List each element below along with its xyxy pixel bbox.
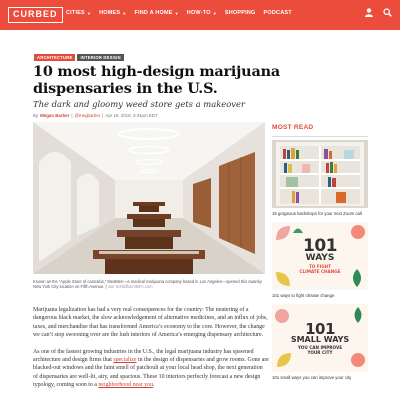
main-nav: CITIES ▼ HOMES ▼ FIND A HOME ▼ HOW-TO ▼ SHOP… <box>66 10 292 16</box>
nav-how-to[interactable]: HOW-TO ▼ <box>187 10 217 16</box>
card-subtitle: TO FIGHT CLIMATE CHANGE <box>299 264 341 274</box>
nav-label: SHOPPING <box>224 10 256 16</box>
publish-date: Apr 19, 2018, 3:34pm EDT <box>105 113 158 118</box>
leaf-icon <box>277 353 291 367</box>
caption-divider: | <box>105 284 107 290</box>
search-icon[interactable] <box>383 8 392 17</box>
leaf-icon <box>353 269 361 287</box>
most-read-item-3[interactable]: 101 SMALL WAYS YOU CAN IMPROVE YOUR CITY… <box>272 304 368 381</box>
byline: By Megan Barber | @megbarber | Apr 19, 2… <box>33 113 158 118</box>
nav-cities[interactable]: CITIES ▼ <box>66 10 91 16</box>
thumbnail-climate-card: 101 WAYS TO FIGHT CLIMATE CHANGE <box>272 222 368 290</box>
byline-separator: | <box>71 113 73 118</box>
user-icon[interactable] <box>365 8 373 17</box>
nav-icons <box>365 8 392 17</box>
nav-shopping[interactable]: SHOPPING <box>225 10 256 16</box>
byline-separator: | <box>102 113 104 118</box>
photo-credit: Joe Schildhorn/BFA.com <box>107 284 153 290</box>
card-number: 101 <box>305 319 335 338</box>
nav-label: HOW-TO <box>186 10 211 16</box>
most-read-label[interactable]: 101 ways to fight climate change <box>272 293 368 299</box>
nav-find-a-home[interactable]: FIND A HOME ▼ <box>134 10 178 16</box>
tag-architecture[interactable]: ARCHITECTURE <box>34 54 76 61</box>
hero-image <box>33 122 265 274</box>
most-read-label[interactable]: 15 gorgeous backdrops for your next Zoom… <box>272 211 368 217</box>
article-tags: ARCHITECTURE INTERIOR DESIGN <box>34 54 124 61</box>
card-title: SMALL WAYS <box>290 334 350 344</box>
chevron-down-icon: ▼ <box>174 10 179 16</box>
author-link[interactable]: Megan Barber <box>40 113 69 118</box>
top-nav-bar: CURBED CITIES ▼ HOMES ▼ FIND A HOME ▼ HOW-T… <box>0 0 400 30</box>
tag-interior-design[interactable]: INTERIOR DESIGN <box>77 54 124 61</box>
paragraph-2: As one of the fastest growing industries… <box>33 348 269 390</box>
nav-homes[interactable]: HOMES ▼ <box>99 10 126 16</box>
chevron-down-icon: ▼ <box>86 10 92 16</box>
author-handle-link[interactable]: @megbarber <box>75 113 101 118</box>
nav-label: PODCAST <box>263 10 292 16</box>
leaf-icon <box>354 307 362 323</box>
most-read-item-1[interactable]: 15 gorgeous backdrops for your next Zoom… <box>272 140 368 217</box>
thumbnail-small-ways-card: 101 SMALL WAYS YOU CAN IMPROVE YOUR CITY <box>272 304 368 372</box>
leaf-icon <box>276 226 290 240</box>
nav-label: FIND A HOME <box>134 10 173 16</box>
chevron-down-icon: ▼ <box>122 10 127 16</box>
paragraph-1: Marijuana legalization has had a very re… <box>33 307 268 339</box>
byline-prefix: By <box>33 113 39 118</box>
leaf-icon <box>276 272 290 286</box>
thumbnail-bookshelf <box>272 140 368 208</box>
nav-label: CITIES <box>66 10 85 16</box>
card-subtitle: YOU CAN IMPROVE YOUR CITY <box>297 344 343 355</box>
card-title: WAYS <box>305 253 335 263</box>
chevron-down-icon: ▼ <box>212 10 217 16</box>
leaf-icon <box>351 225 365 239</box>
most-read-item-2[interactable]: 101 WAYS TO FIGHT CLIMATE CHANGE 101 way… <box>272 222 368 299</box>
leaf-icon <box>293 228 303 233</box>
article-headline: 10 most high-design marijuana dispensari… <box>33 63 280 97</box>
most-read-label[interactable]: 101 small ways you can improve your city <box>272 375 368 381</box>
nav-podcast[interactable]: PODCAST <box>264 10 292 16</box>
leaf-icon <box>351 353 365 367</box>
nav-label: HOMES <box>99 10 121 16</box>
divider <box>272 136 368 137</box>
article-dek: The dark and gloomy weed store gets a ma… <box>33 99 245 109</box>
leaf-icon <box>275 309 289 323</box>
article-body: Marijuana legalization has had a very re… <box>33 306 269 398</box>
link-neighborhood[interactable]: neighborhood near you <box>98 382 153 388</box>
curbed-logo[interactable]: CURBED <box>8 7 63 23</box>
most-read-heading: MOST READ <box>272 124 314 131</box>
card-number: 101 <box>303 236 338 256</box>
paragraph-text: . <box>153 382 155 389</box>
image-caption: Known as the “Apple Store of cannabis,” … <box>33 279 265 290</box>
link-specialize[interactable]: specialize <box>113 357 136 363</box>
